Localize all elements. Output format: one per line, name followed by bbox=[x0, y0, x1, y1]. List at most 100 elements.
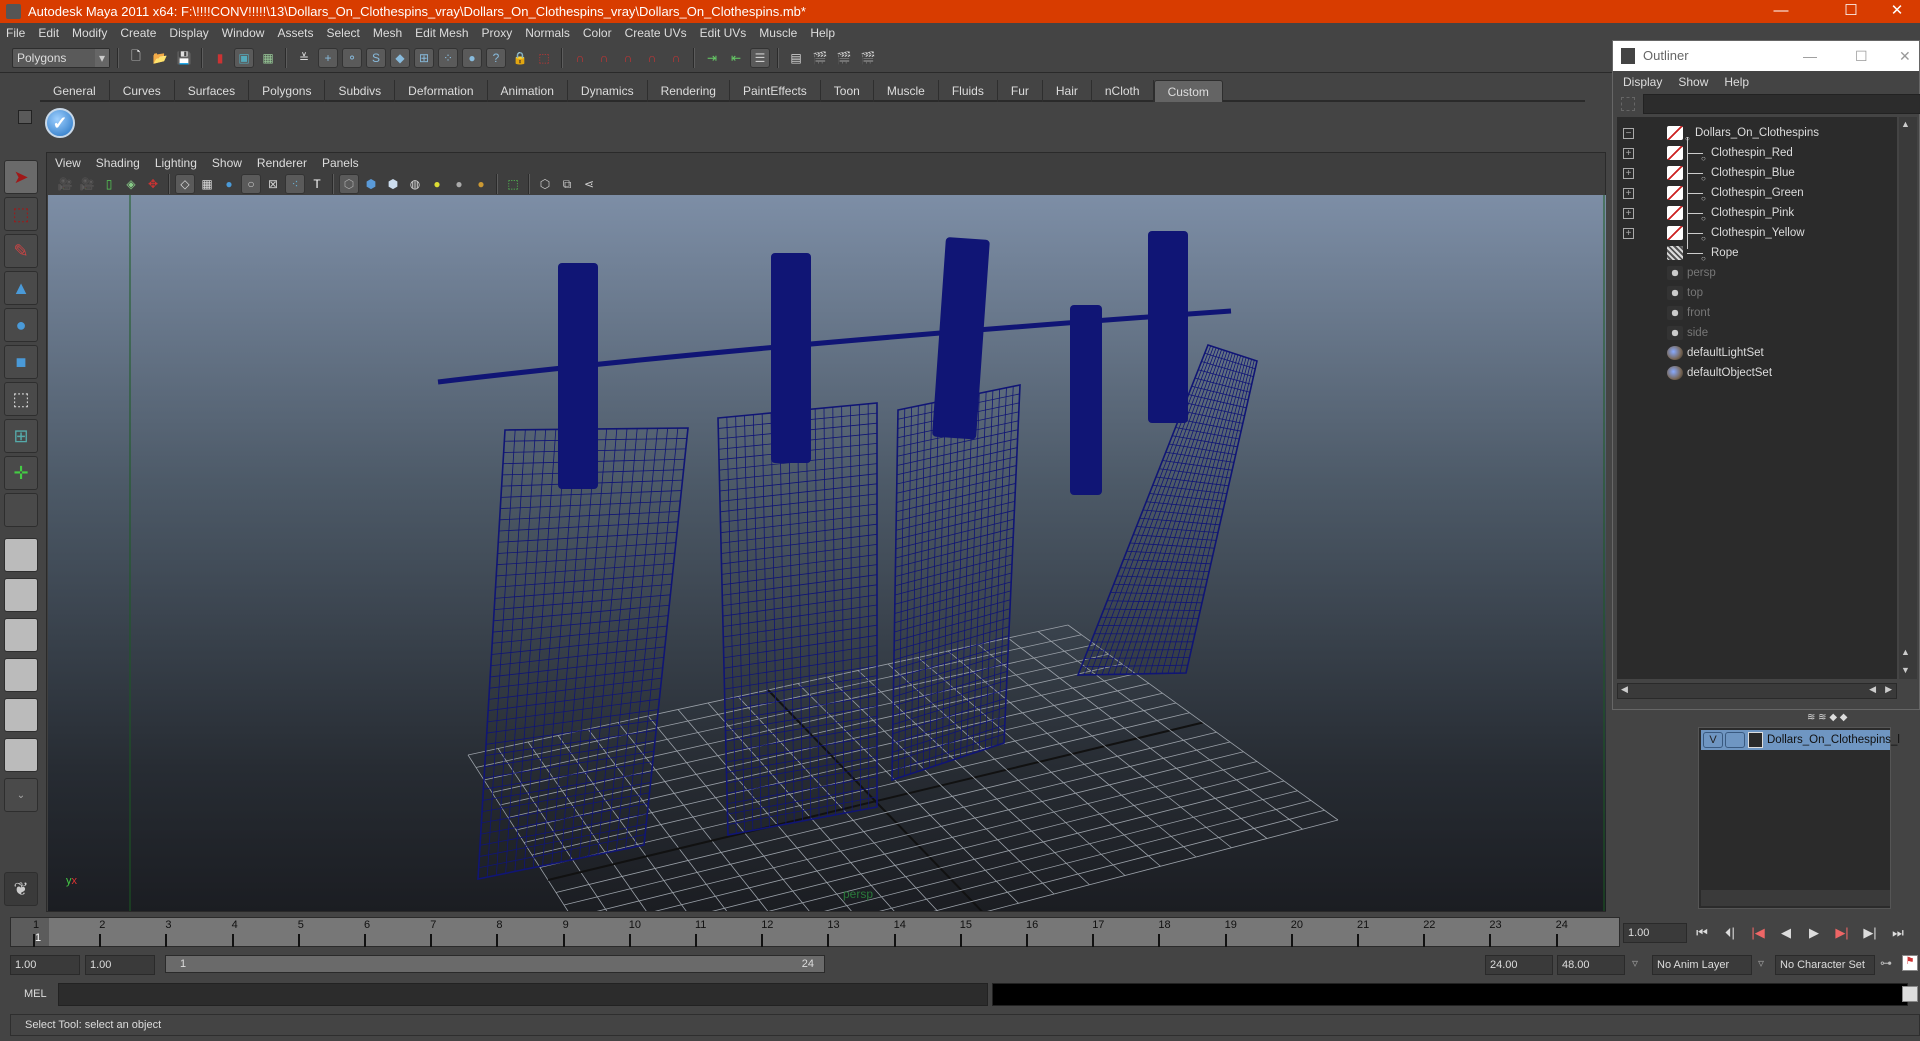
shelf-tab-fluids[interactable]: Fluids bbox=[939, 80, 998, 102]
auto-key-icon[interactable]: ⊶ bbox=[1880, 956, 1892, 970]
field-chart-icon[interactable]: ⊠ bbox=[263, 174, 283, 194]
panel-menu-view[interactable]: View bbox=[55, 156, 81, 170]
layer-display-type-toggle[interactable] bbox=[1725, 732, 1745, 748]
snap-point-icon[interactable]: ∩ bbox=[618, 48, 638, 68]
shelf-tab-hair[interactable]: Hair bbox=[1043, 80, 1092, 102]
shelf-tab-surfaces[interactable]: Surfaces bbox=[175, 80, 250, 102]
scroll-up-icon[interactable]: ▲ bbox=[1901, 119, 1910, 129]
mask-icon[interactable]: ≚ bbox=[294, 48, 314, 68]
expand-toggle-icon[interactable]: + bbox=[1623, 188, 1634, 199]
character-set-dropdown-icon[interactable]: ▿ bbox=[1758, 956, 1764, 970]
step-back-key-button[interactable]: ⏴| bbox=[1718, 925, 1742, 941]
anim-layer-dropdown-icon[interactable]: ▿ bbox=[1632, 956, 1638, 970]
panel-menu-panels[interactable]: Panels bbox=[322, 156, 359, 170]
menu-modify[interactable]: Modify bbox=[72, 26, 107, 40]
anim-layer-field[interactable]: No Anim Layer bbox=[1652, 955, 1752, 975]
menu-window[interactable]: Window bbox=[222, 26, 265, 40]
shelf-tab-ncloth[interactable]: nCloth bbox=[1092, 80, 1154, 102]
panel-menu-lighting[interactable]: Lighting bbox=[155, 156, 197, 170]
menu-set-dropdown[interactable]: Polygons bbox=[12, 47, 110, 68]
step-forward-frame-button[interactable]: ▶| bbox=[1830, 925, 1854, 941]
menu-assets[interactable]: Assets bbox=[277, 26, 313, 40]
animation-preferences-icon[interactable]: ⚑ bbox=[1902, 955, 1918, 971]
select-surfaces-icon[interactable]: ◆ bbox=[390, 47, 410, 68]
viewport-3d[interactable]: persp yx bbox=[48, 195, 1606, 911]
xray-components-icon[interactable]: ⋖ bbox=[579, 174, 599, 194]
snap-grid-icon[interactable]: ∩ bbox=[570, 48, 590, 68]
input-ops-icon[interactable]: ⇥ bbox=[702, 48, 722, 68]
outliner-item[interactable]: + ○ Clothespin_Blue bbox=[1617, 163, 1897, 183]
menu-muscle[interactable]: Muscle bbox=[759, 26, 797, 40]
outliner-item[interactable]: defaultLightSet bbox=[1617, 343, 1897, 363]
select-misc-icon[interactable]: ? bbox=[486, 47, 506, 68]
select-tool-icon[interactable]: ➤ bbox=[4, 160, 38, 194]
menu-proxy[interactable]: Proxy bbox=[482, 26, 513, 40]
scroll-left-icon[interactable]: ◀ bbox=[1869, 684, 1876, 695]
current-frame-field[interactable]: 1.00 bbox=[1623, 923, 1687, 943]
expand-toggle-icon[interactable]: + bbox=[1623, 208, 1634, 219]
layer-horizontal-scrollbar[interactable] bbox=[1701, 890, 1890, 906]
outliner-search-input[interactable] bbox=[1643, 94, 1920, 114]
script-editor-icon[interactable] bbox=[1902, 986, 1918, 1002]
menu-display[interactable]: Display bbox=[169, 26, 208, 40]
shadows-icon[interactable]: ● bbox=[471, 174, 491, 194]
output-ops-icon[interactable]: ⇤ bbox=[726, 48, 746, 68]
select-curves-icon[interactable]: S bbox=[366, 47, 386, 68]
shelf-tab-painteffects[interactable]: PaintEffects bbox=[730, 80, 821, 102]
safe-title-icon[interactable]: T bbox=[307, 174, 327, 194]
current-time-marker[interactable] bbox=[11, 918, 49, 946]
outliner-item[interactable]: persp bbox=[1617, 263, 1897, 283]
textured-icon[interactable]: ◍ bbox=[405, 174, 425, 194]
checkmark-shelf-icon[interactable]: ✓ bbox=[45, 108, 75, 138]
select-by-component-icon[interactable]: ▦ bbox=[258, 48, 278, 68]
gate-mask-icon[interactable]: ○ bbox=[241, 174, 261, 194]
outliner-persp-layout-icon[interactable] bbox=[4, 618, 38, 652]
select-dynamics-icon[interactable]: ⁘ bbox=[438, 47, 458, 68]
outliner-item[interactable]: ○ Rope bbox=[1617, 243, 1897, 263]
outliner-close-button[interactable]: ✕ bbox=[1899, 41, 1911, 71]
layer-visibility-toggle[interactable]: V bbox=[1703, 732, 1723, 748]
shelf-tab-deformation[interactable]: Deformation bbox=[395, 80, 488, 102]
make-live-icon[interactable]: ∩ bbox=[666, 48, 686, 68]
scale-tool-icon[interactable]: ■ bbox=[4, 345, 38, 379]
outliner-item[interactable]: defaultObjectSet bbox=[1617, 363, 1897, 383]
expand-toggle-icon[interactable]: + bbox=[1623, 168, 1634, 179]
go-to-end-button[interactable]: ⏭ bbox=[1886, 925, 1910, 941]
outliner-item[interactable]: top bbox=[1617, 283, 1897, 303]
wireframe-on-shaded-icon[interactable]: ⬢ bbox=[383, 174, 403, 194]
outliner-menu-help[interactable]: Help bbox=[1724, 75, 1749, 89]
more-layouts-icon[interactable]: ⌄ bbox=[4, 778, 38, 812]
menu-color[interactable]: Color bbox=[583, 26, 612, 40]
panel-menu-renderer[interactable]: Renderer bbox=[257, 156, 307, 170]
menu-mesh[interactable]: Mesh bbox=[373, 26, 402, 40]
ipr-render-icon[interactable]: 🎬 bbox=[834, 48, 854, 68]
snap-curve-icon[interactable]: ∩ bbox=[594, 48, 614, 68]
scroll-left-icon[interactable]: ◀ bbox=[1621, 684, 1628, 695]
minimize-button[interactable]: — bbox=[1758, 0, 1804, 23]
resolution-gate-icon[interactable]: ● bbox=[219, 174, 239, 194]
shelf-tab-rendering[interactable]: Rendering bbox=[648, 80, 730, 102]
outliner-menu-display[interactable]: Display bbox=[1623, 75, 1662, 89]
select-handles-icon[interactable]: + bbox=[318, 47, 338, 68]
command-input[interactable] bbox=[58, 983, 988, 1006]
persp-outliner-graph-layout-icon[interactable] bbox=[4, 738, 38, 772]
soft-modification-icon[interactable]: ⊞ bbox=[4, 419, 38, 453]
camera-attributes-icon[interactable]: 🎥 bbox=[77, 174, 97, 194]
expand-toggle-icon[interactable]: + bbox=[1623, 148, 1634, 159]
wireframe-icon[interactable]: ⬡ bbox=[339, 174, 359, 194]
new-scene-icon[interactable]: 🗋 bbox=[126, 48, 146, 68]
expand-toggle-icon[interactable]: − bbox=[1623, 128, 1634, 139]
menu-edit[interactable]: Edit bbox=[38, 26, 59, 40]
open-scene-icon[interactable]: 📂 bbox=[150, 48, 170, 68]
film-gate-icon[interactable]: ▦ bbox=[197, 174, 217, 194]
shelf-tab-custom[interactable]: Custom bbox=[1153, 80, 1223, 102]
single-perspective-layout-icon[interactable] bbox=[4, 538, 38, 572]
outliner-item[interactable]: −○Dollars_On_Clothespins bbox=[1617, 123, 1897, 143]
shelf-tab-animation[interactable]: Animation bbox=[488, 80, 568, 102]
layer-row[interactable]: V Dollars_On_Clothespins_l bbox=[1701, 730, 1900, 750]
select-deformations-icon[interactable]: ⊞ bbox=[414, 47, 434, 68]
grid-icon[interactable]: ◇ bbox=[175, 174, 195, 194]
render-current-frame-icon[interactable]: 🎬 bbox=[810, 48, 830, 68]
playback-end-field[interactable]: 24.00 bbox=[1485, 955, 1553, 975]
image-plane-icon[interactable]: ◈ bbox=[121, 174, 141, 194]
